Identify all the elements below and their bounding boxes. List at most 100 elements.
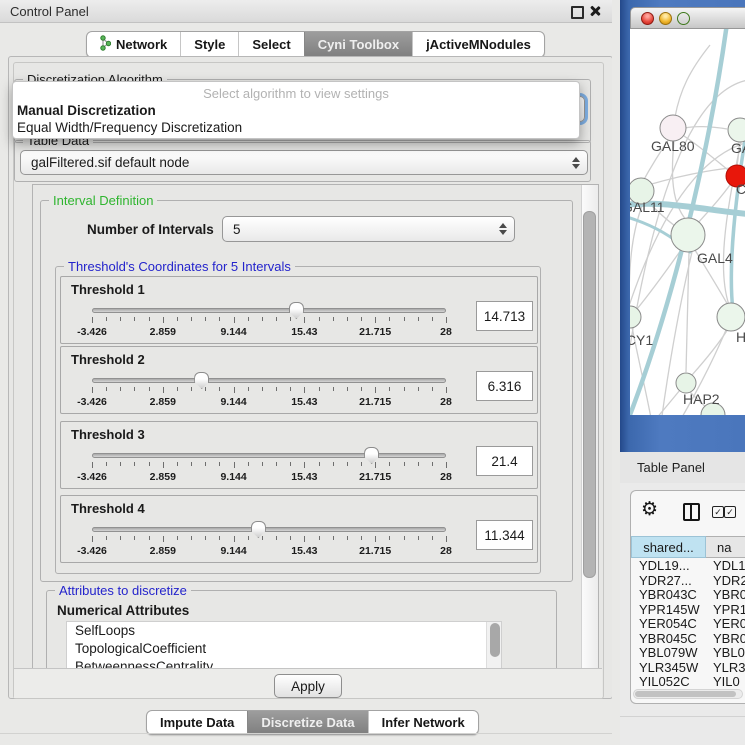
tab-style[interactable]: Style xyxy=(180,32,238,57)
cell-shared-name[interactable]: YBR043C xyxy=(631,588,706,603)
tick-mark xyxy=(219,462,220,466)
network-node-label: HAP2 xyxy=(683,391,720,407)
slider-track[interactable] xyxy=(92,453,446,458)
vertical-scrollbar[interactable] xyxy=(581,185,598,669)
table-data-combo[interactable]: galFiltered.sif default node xyxy=(20,150,588,175)
tab-infer-network[interactable]: Infer Network xyxy=(368,711,478,734)
horizontal-scrollbar[interactable] xyxy=(633,689,743,699)
tick-label: 15.43 xyxy=(291,471,317,483)
tick-mark xyxy=(262,536,263,540)
slider-track[interactable] xyxy=(92,308,446,313)
tab-cyni-toolbox[interactable]: Cyni Toolbox xyxy=(304,32,412,57)
algorithm-option-manual[interactable]: Manual Discretization xyxy=(17,103,156,118)
cell-shared-name[interactable]: YER054C xyxy=(631,617,706,632)
threshold-label: Threshold 2 xyxy=(71,352,145,367)
slider-track[interactable] xyxy=(92,378,446,383)
float-window-icon[interactable] xyxy=(571,6,584,19)
cell-name[interactable]: YDR2 xyxy=(706,574,745,589)
list-item-topologicalcoefficient[interactable]: TopologicalCoefficient xyxy=(67,640,501,658)
tick-label: 9.144 xyxy=(220,545,246,557)
tab-discretize-data[interactable]: Discretize Data xyxy=(247,711,367,734)
tick-label: -3.426 xyxy=(77,396,107,408)
threshold-label: Threshold 3 xyxy=(71,427,145,442)
network-node[interactable] xyxy=(630,306,641,328)
threshold-value-field[interactable]: 14.713 xyxy=(476,301,533,331)
threshold-slider[interactable] xyxy=(92,527,446,533)
tick-mark xyxy=(319,317,320,321)
select-all-checkbox-icon[interactable]: ✓ xyxy=(712,506,724,518)
numerical-attributes-list[interactable]: SelfLoopsTopologicalCoefficientBetweenne… xyxy=(66,621,502,669)
control-panel-title: Control Panel xyxy=(10,4,89,19)
tab-impute-data[interactable]: Impute Data xyxy=(147,711,247,734)
threshold-value-field[interactable]: 11.344 xyxy=(476,520,533,550)
column-header-1[interactable]: shared... xyxy=(631,536,706,558)
threshold-value-field[interactable]: 21.4 xyxy=(476,446,533,476)
panel-splitter[interactable] xyxy=(612,0,620,745)
tab-select[interactable]: Select xyxy=(238,32,303,57)
select-none-checkbox-icon[interactable]: ✓ xyxy=(724,506,736,518)
threshold-slider[interactable] xyxy=(92,378,446,384)
network-window-titlebar[interactable] xyxy=(630,7,745,29)
column-header-2[interactable]: na xyxy=(706,536,745,558)
network-node[interactable] xyxy=(728,118,745,142)
table-row[interactable]: YIL052CYIL0 xyxy=(631,675,745,688)
network-node[interactable] xyxy=(676,373,696,393)
horizontal-scrollbar-thumb[interactable] xyxy=(635,691,736,697)
tick-label: 2.859 xyxy=(150,545,176,557)
table-row[interactable]: YDR27...YDR2 xyxy=(631,574,745,589)
tick-mark xyxy=(418,387,419,391)
columns-icon[interactable] xyxy=(683,503,700,521)
minimize-traffic-light-icon[interactable] xyxy=(659,12,672,25)
table-row[interactable]: YPR145WYPR1 xyxy=(631,603,745,618)
threshold-label: Threshold 4 xyxy=(71,501,145,516)
gear-icon[interactable]: ⚙ xyxy=(641,499,658,519)
thresholds-group: Threshold's Coordinates for 5 Intervals … xyxy=(55,266,541,574)
close-traffic-light-icon[interactable] xyxy=(641,12,654,25)
cell-shared-name[interactable]: YIL052C xyxy=(631,675,706,688)
slider-track[interactable] xyxy=(92,527,446,532)
table-row[interactable]: YBR043CYBR0 xyxy=(631,588,745,603)
threshold-slider[interactable] xyxy=(92,308,446,314)
cell-name[interactable]: YBR0 xyxy=(706,588,745,603)
list-item-selfloops[interactable]: SelfLoops xyxy=(67,622,501,640)
tab-jactivemnodules[interactable]: jActiveMNodules xyxy=(412,32,544,57)
table-row[interactable]: YBR045CYBR0 xyxy=(631,632,745,647)
network-node[interactable] xyxy=(671,218,705,252)
threshold-value-field[interactable]: 6.316 xyxy=(476,371,533,401)
cell-name[interactable]: YBL0 xyxy=(706,646,745,661)
cell-name[interactable]: YER0 xyxy=(706,617,745,632)
tick-label: 28 xyxy=(440,471,452,483)
vertical-scrollbar-thumb[interactable] xyxy=(583,211,596,578)
tick-mark xyxy=(106,462,107,466)
threshold-slider[interactable] xyxy=(92,453,446,459)
cell-name[interactable]: YDL1 xyxy=(706,559,745,574)
table-row[interactable]: YER054CYER0 xyxy=(631,617,745,632)
cell-shared-name[interactable]: YDL19... xyxy=(631,559,706,574)
table-row[interactable]: YLR345WYLR3 xyxy=(631,661,745,676)
cell-shared-name[interactable]: YBL079W xyxy=(631,646,706,661)
cell-name[interactable]: YBR0 xyxy=(706,632,745,647)
list-scrollbar[interactable] xyxy=(486,622,501,668)
apply-button[interactable]: Apply xyxy=(274,674,342,698)
cell-name[interactable]: YLR3 xyxy=(706,661,745,676)
cell-name[interactable]: YPR1 xyxy=(706,603,745,618)
tab-network[interactable]: Network xyxy=(87,32,180,57)
network-canvas[interactable]: GAL80GACGAL11GAL4GCY1HHAP2 xyxy=(630,29,745,415)
cell-shared-name[interactable]: YBR045C xyxy=(631,632,706,647)
algorithm-option-equal-width[interactable]: Equal Width/Frequency Discretization xyxy=(17,120,242,135)
cell-shared-name[interactable]: YDR27... xyxy=(631,574,706,589)
number-of-intervals-combo[interactable]: 5 xyxy=(222,216,515,242)
tick-mark xyxy=(134,536,135,540)
table-row[interactable]: YDL19...YDL1 xyxy=(631,559,745,574)
network-node[interactable] xyxy=(717,303,745,331)
combo-arrows-icon xyxy=(569,157,583,169)
tick-mark xyxy=(361,536,362,540)
tick-mark xyxy=(319,462,320,466)
cell-name[interactable]: YIL0 xyxy=(706,675,745,688)
cell-shared-name[interactable]: YLR345W xyxy=(631,661,706,676)
zoom-traffic-light-icon[interactable] xyxy=(677,12,690,25)
close-icon[interactable] xyxy=(589,5,601,17)
cell-shared-name[interactable]: YPR145W xyxy=(631,603,706,618)
list-scrollbar-thumb[interactable] xyxy=(490,623,500,657)
table-row[interactable]: YBL079WYBL0 xyxy=(631,646,745,661)
